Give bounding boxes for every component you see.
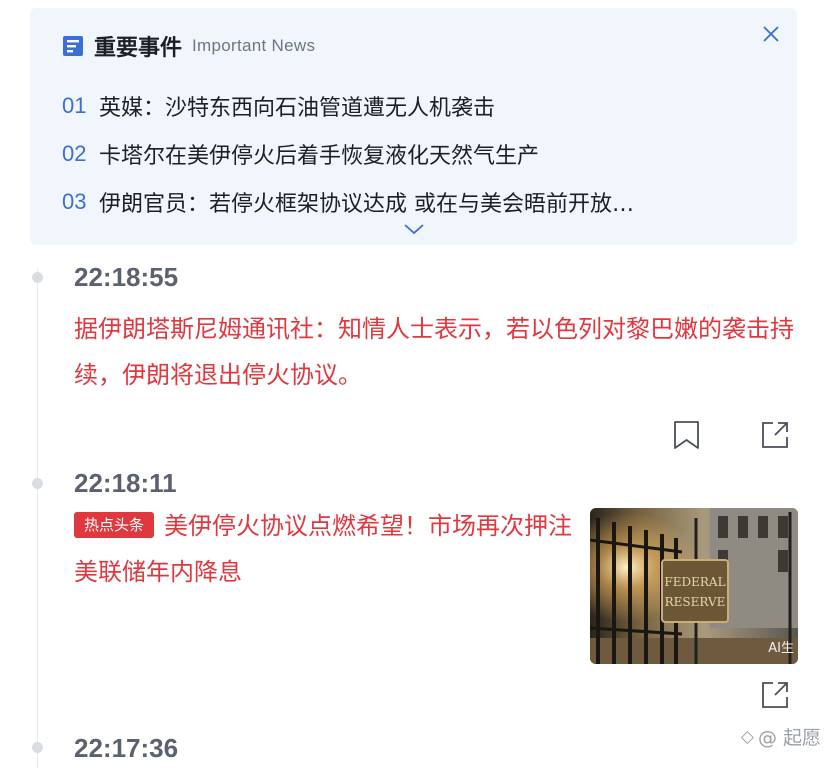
feed-headline[interactable]: 热点头条 美伊停火协议点燃希望！市场再次押注美联储年内降息 [74, 503, 572, 595]
important-news-header: 重要事件 Important News [62, 30, 315, 62]
feed-time: 22:18:11 [74, 468, 177, 498]
news-title: 英媒：沙特东西向石油管道遭无人机袭击 [99, 96, 496, 121]
watermark-logo-icon: ◇ [740, 726, 754, 747]
news-number: 02 [62, 141, 87, 166]
watermark-text: @ 起愿 [757, 727, 821, 749]
federal-reserve-image: FEDERAL RESERVE [590, 508, 798, 664]
feed-headline[interactable]: 据伊朗塔斯尼姆通讯社：知情人士表示，若以色列对黎巴嫩的袭击持续，伊朗将退出停火协… [74, 306, 794, 398]
timeline-dot [32, 272, 43, 283]
news-title: 伊朗官员：若停火框架协议达成 或在与美会晤前开放… [99, 192, 634, 217]
watermark: ◇ @ 起愿 [741, 723, 821, 750]
bookmark-icon[interactable] [672, 420, 702, 450]
timeline-line [37, 268, 38, 768]
feed-time: 22:18:55 [74, 262, 179, 292]
image-sign-line: RESERVE [665, 595, 726, 609]
important-news-title: 重要事件 [94, 36, 183, 61]
document-icon [63, 36, 83, 56]
important-news-list: 01 英媒：沙特东西向石油管道遭无人机袭击 02 卡塔尔在美伊停火后着手恢复液化… [62, 82, 757, 226]
timeline-dot [32, 742, 43, 753]
feed-time: 22:17:36 [74, 733, 179, 763]
important-news-subtitle: Important News [192, 36, 316, 55]
close-icon[interactable] [759, 22, 783, 46]
news-item[interactable]: 01 英媒：沙特东西向石油管道遭无人机袭击 [62, 82, 757, 130]
news-title: 卡塔尔在美伊停火后着手恢复液化天然气生产 [99, 144, 540, 169]
image-sign-line: FEDERAL [664, 575, 725, 589]
hot-headline-tag: 热点头条 [74, 512, 155, 538]
news-item[interactable]: 02 卡塔尔在美伊停火后着手恢复液化天然气生产 [62, 130, 757, 178]
share-icon[interactable] [760, 680, 790, 710]
news-number: 01 [62, 93, 87, 118]
share-icon[interactable] [760, 420, 790, 450]
timeline-dot [32, 478, 43, 489]
chevron-down-icon[interactable] [402, 222, 426, 236]
ai-generated-badge: AI生 [768, 641, 794, 656]
important-news-card: 重要事件 Important News 01 英媒：沙特东西向石油管道遭无人机袭… [30, 8, 797, 245]
news-item[interactable]: 03 伊朗官员：若停火框架协议达成 或在与美会晤前开放… [62, 178, 757, 226]
news-number: 03 [62, 189, 87, 214]
news-thumbnail[interactable]: FEDERAL RESERVE AI生 [590, 508, 798, 664]
